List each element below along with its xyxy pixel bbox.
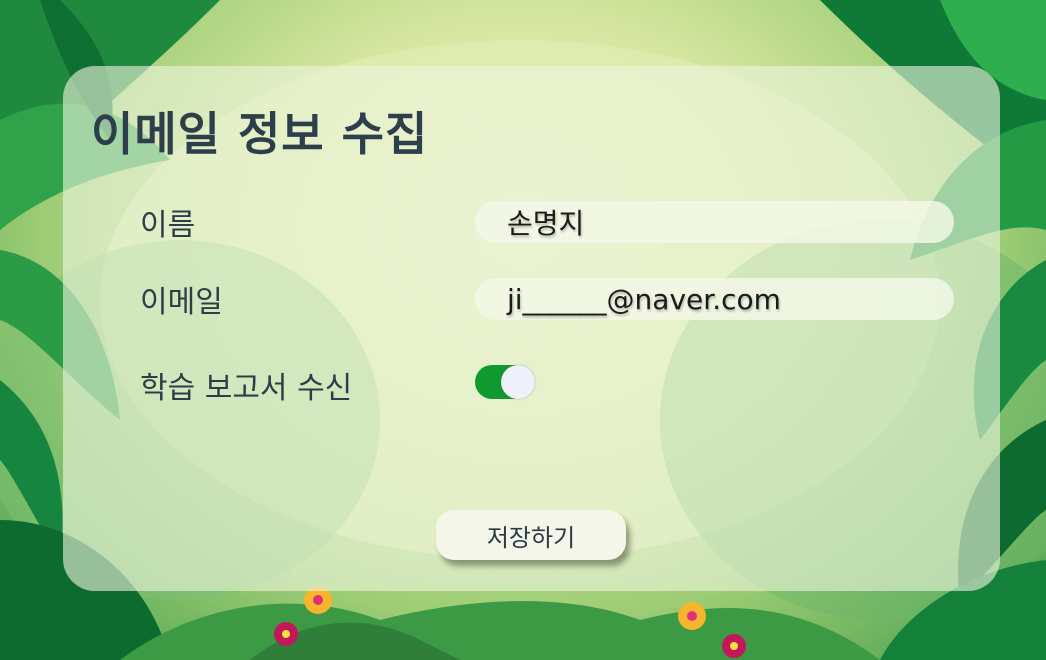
report-subscription-toggle[interactable] bbox=[475, 365, 535, 399]
toggle-knob bbox=[501, 365, 535, 399]
name-field[interactable]: 손명지 bbox=[475, 201, 954, 243]
email-value: ji______@naver.com bbox=[507, 282, 781, 316]
email-settings-card: 이메일 정보 수집 이름 손명지 이메일 ji______@naver.com … bbox=[63, 66, 1000, 591]
page-title: 이메일 정보 수집 bbox=[91, 107, 429, 161]
report-subscription-label: 학습 보고서 수신 bbox=[140, 371, 353, 406]
name-label: 이름 bbox=[140, 208, 196, 243]
email-field[interactable]: ji______@naver.com bbox=[475, 278, 954, 320]
save-button[interactable]: 저장하기 bbox=[436, 510, 626, 560]
email-label: 이메일 bbox=[140, 285, 223, 320]
name-value: 손명지 bbox=[507, 207, 585, 240]
